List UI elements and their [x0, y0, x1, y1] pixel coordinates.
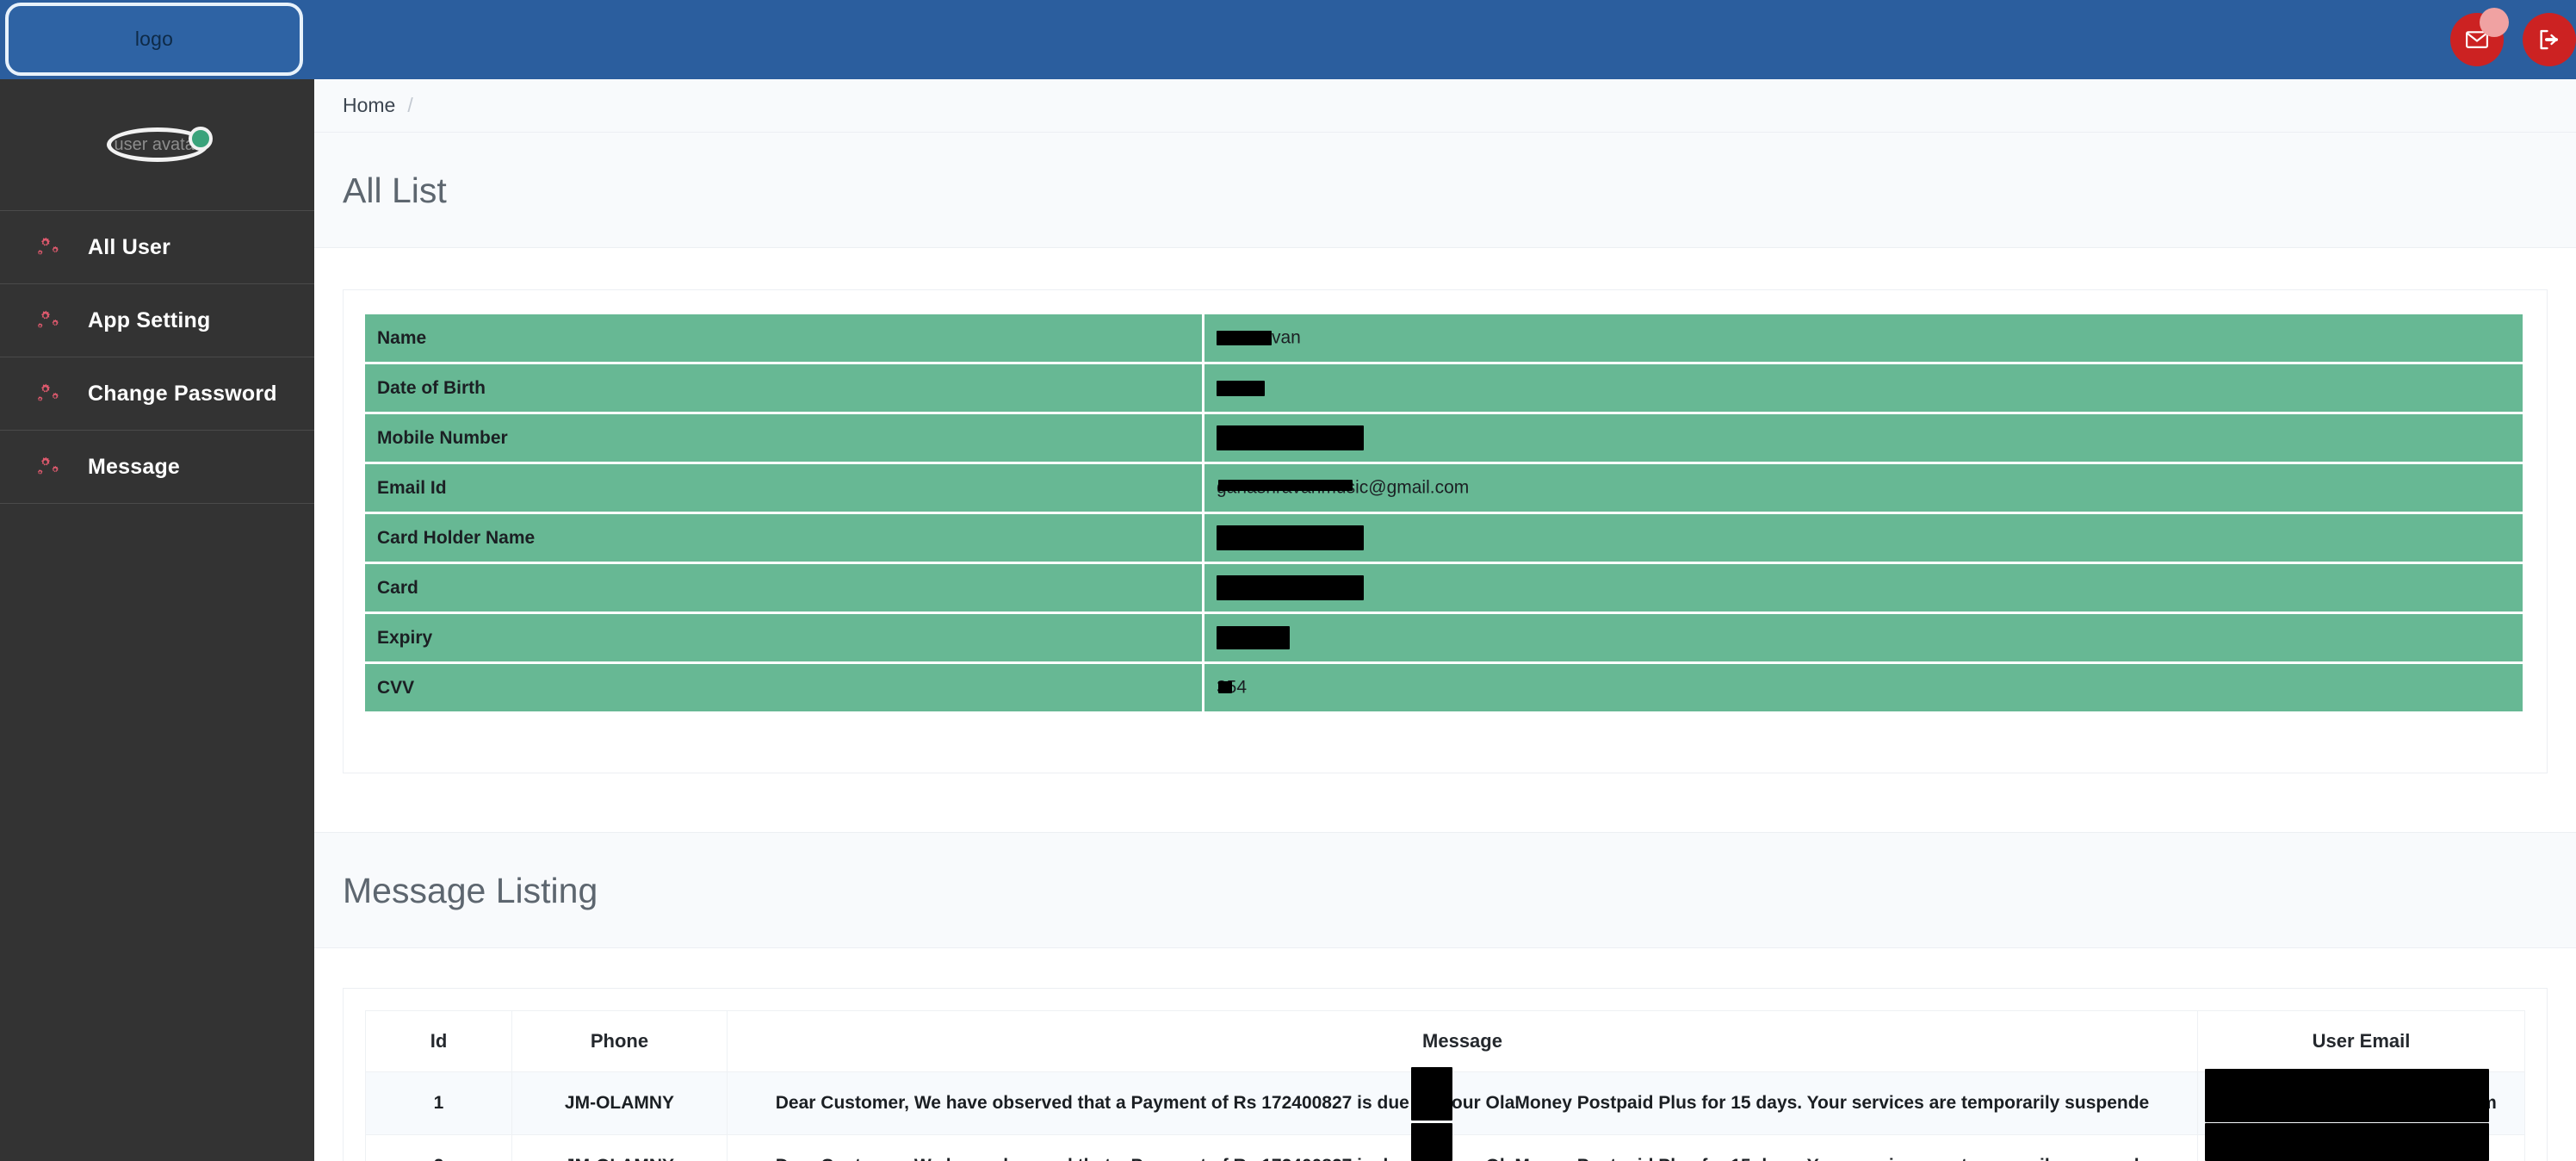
- details-label: Card: [365, 564, 1204, 612]
- cogs-icon: [37, 310, 59, 328]
- redaction-bar: [1410, 1067, 1452, 1121]
- redaction-bar: [2205, 1123, 2489, 1161]
- mail-button[interactable]: [2450, 8, 2509, 66]
- sidebar-item-app-setting[interactable]: App Setting: [0, 284, 314, 357]
- app-root: logo user avatar All User App Setting Ch…: [0, 0, 2576, 1161]
- details-value: [1204, 414, 2525, 462]
- table-row: Date of Birth: [365, 364, 2525, 412]
- message-listing-card: Id Phone Message User Email 1 JM-OLAMNY …: [343, 988, 2548, 1161]
- details-table: Name van Date of Birth Mobile Number Ema…: [365, 312, 2525, 714]
- table-row: Name van: [365, 314, 2525, 362]
- details-label: CVV: [365, 664, 1204, 711]
- section-title: Message Listing: [343, 871, 598, 910]
- redaction-bar: [1217, 525, 1364, 550]
- cell-message: Dear Customer, We have observed that a P…: [727, 1123, 2198, 1161]
- table-row: Card: [365, 564, 2525, 612]
- details-label: Card Holder Name: [365, 514, 1204, 562]
- details-value: van: [1204, 314, 2525, 362]
- notification-badge-icon: [2480, 8, 2509, 37]
- sidebar-item-label: All User: [88, 234, 171, 259]
- column-header-message[interactable]: Message: [727, 1010, 2198, 1072]
- redaction-bar: [1217, 331, 1272, 346]
- message-text: Dear Customer, We have observed that a P…: [776, 1156, 2149, 1161]
- redaction-bar: [1218, 681, 1232, 694]
- details-value: ganashravanmusic@gmail.com: [1204, 464, 2525, 512]
- details-value: [1204, 614, 2525, 661]
- table-row: Expiry: [365, 614, 2525, 661]
- logout-icon: [2540, 29, 2558, 50]
- sidebar-nav: All User App Setting Change Password Mes…: [0, 210, 314, 504]
- details-label: Date of Birth: [365, 364, 1204, 412]
- cell-user-email: ganashravanmusic@gmail.com: [2197, 1123, 2525, 1161]
- cell-phone: JM-OLAMNY: [511, 1134, 728, 1161]
- messages-table-body: 1 JM-OLAMNY Dear Customer, We have obser…: [365, 1067, 2525, 1161]
- sidebar-item-label: Change Password: [88, 381, 277, 406]
- table-row: 2 JM-OLAMNY Dear Customer, We have obser…: [365, 1123, 2525, 1161]
- cogs-icon: [37, 456, 59, 475]
- details-value: 354: [1204, 664, 2525, 711]
- table-header-row: Id Phone Message User Email: [365, 1010, 2525, 1072]
- redaction-bar: [1217, 425, 1364, 450]
- message-text: Dear Customer, We have observed that a P…: [775, 1093, 2150, 1113]
- sidebar-item-message[interactable]: Message: [0, 431, 314, 504]
- redaction-bar: [1410, 1123, 1452, 1161]
- details-value: [1204, 564, 2525, 612]
- column-header-phone[interactable]: Phone: [511, 1010, 728, 1072]
- message-listing-header: Message Listing: [314, 832, 2576, 948]
- redaction-bar: [1217, 575, 1364, 600]
- sidebar-item-all-user[interactable]: All User: [0, 211, 314, 284]
- sidebar-item-change-password[interactable]: Change Password: [0, 357, 314, 431]
- table-row: Mobile Number: [365, 414, 2525, 462]
- sidebar: user avatar All User App Setting Change …: [0, 79, 314, 1161]
- details-card: Name van Date of Birth Mobile Number Ema…: [343, 289, 2548, 773]
- details-table-body: Name van Date of Birth Mobile Number Ema…: [365, 314, 2525, 711]
- topbar-actions: [2450, 0, 2576, 79]
- logout-button[interactable]: [2523, 13, 2576, 66]
- cell-id: 2: [365, 1134, 512, 1161]
- messages-table: Id Phone Message User Email 1 JM-OLAMNY …: [365, 1010, 2525, 1161]
- details-value: [1204, 364, 2525, 412]
- cell-message: Dear Customer, We have observed that a P…: [727, 1067, 2198, 1135]
- avatar-container: user avatar: [0, 79, 314, 210]
- redaction-bar: [2205, 1069, 2489, 1122]
- details-value-text: van: [1272, 327, 1301, 348]
- table-row: CVV 354: [365, 664, 2525, 711]
- logo-alt-text: logo: [134, 28, 174, 50]
- avatar[interactable]: user avatar: [106, 127, 213, 162]
- main-content: Home / All List Name van Date of Birth M…: [314, 79, 2576, 1161]
- details-label: Mobile Number: [365, 414, 1204, 462]
- redaction-bar: [1218, 480, 1353, 492]
- logo[interactable]: logo: [5, 3, 303, 76]
- avatar-alt-text: user avatar: [114, 134, 201, 154]
- column-header-user-email[interactable]: User Email: [2197, 1010, 2525, 1072]
- messages-table-head: Id Phone Message User Email: [365, 1010, 2525, 1072]
- sidebar-item-label: Message: [88, 454, 181, 479]
- breadcrumb-separator: /: [407, 94, 413, 116]
- table-row: Card Holder Name: [365, 514, 2525, 562]
- sidebar-item-label: App Setting: [88, 307, 211, 332]
- online-status-icon: [188, 127, 213, 151]
- details-label: Name: [365, 314, 1204, 362]
- redaction-bar: [1217, 380, 1265, 396]
- cell-phone: JM-OLAMNY: [511, 1071, 728, 1135]
- cell-id: 1: [365, 1071, 512, 1135]
- table-row: Email Id ganashravanmusic@gmail.com: [365, 464, 2525, 512]
- page-title: All List: [343, 171, 447, 210]
- breadcrumb: Home /: [314, 79, 2576, 133]
- page-header: All List: [314, 133, 2576, 248]
- details-value: [1204, 514, 2525, 562]
- cogs-icon: [37, 383, 59, 401]
- details-label: Email Id: [365, 464, 1204, 512]
- column-header-id[interactable]: Id: [365, 1010, 512, 1072]
- redaction-bar: [1217, 626, 1290, 649]
- details-label: Expiry: [365, 614, 1204, 661]
- breadcrumb-home[interactable]: Home: [343, 94, 395, 117]
- top-bar: logo: [0, 0, 2576, 79]
- cogs-icon: [37, 237, 59, 255]
